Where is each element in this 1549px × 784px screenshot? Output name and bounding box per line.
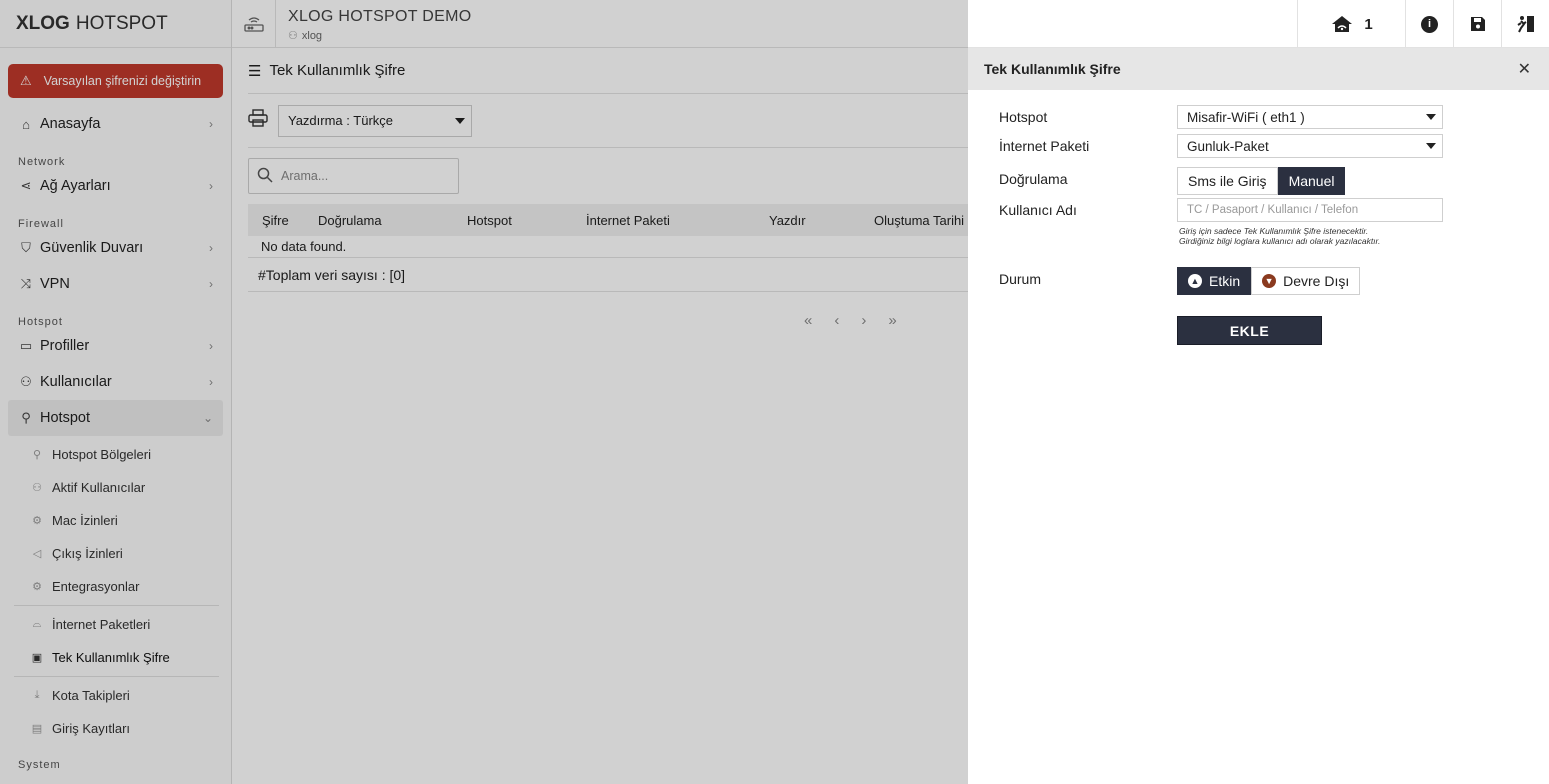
modal-backdrop[interactable]	[0, 0, 968, 784]
ekle-button[interactable]: EKLE	[1177, 316, 1322, 345]
durum-label: Durum	[999, 271, 1042, 287]
logout-icon	[1516, 16, 1534, 33]
internet-paketi-select[interactable]: Gunluk-Paket	[1177, 134, 1443, 158]
info-button[interactable]: i	[1405, 0, 1453, 48]
kullanici-adi-hint: Giriş için sadece Tek Kullanımlık Şifre …	[1179, 226, 1479, 246]
hotspot-counter: 1	[1364, 15, 1373, 33]
arrow-down-circle-icon: ▼	[1262, 274, 1277, 288]
hotspot-label: Hotspot	[999, 109, 1048, 125]
internet-paketi-select-value: Gunluk-Paket	[1187, 138, 1269, 154]
caret-down-icon	[1426, 143, 1436, 149]
durum-devre-disi-label: Devre Dışı	[1283, 273, 1350, 289]
internet-paketi-label: İnternet Paketi	[999, 138, 1090, 154]
durum-etkin-option[interactable]: ▲ Etkin	[1177, 267, 1252, 295]
hint-line-2: Girdiğiniz bilgi loglara kullanıcı adı o…	[1179, 236, 1381, 246]
save-button[interactable]	[1453, 0, 1501, 48]
kullanici-adi-input[interactable]: TC / Pasaport / Kullanıcı / Telefon	[1177, 198, 1443, 222]
kullanici-adi-placeholder: TC / Pasaport / Kullanıcı / Telefon	[1187, 204, 1359, 216]
kullanici-adi-label: Kullanıcı Adı	[999, 202, 1077, 218]
drawer-title: Tek Kullanımlık Şifre	[984, 61, 1121, 77]
hotspot-select[interactable]: Misafir-WiFi ( eth1 )	[1177, 105, 1443, 129]
hotspot-counter-button[interactable]: 1	[1297, 0, 1405, 48]
arrow-up-circle-icon: ▲	[1188, 274, 1202, 288]
durum-devre-disi-option[interactable]: ▼ Devre Dışı	[1251, 267, 1361, 295]
caret-down-icon	[1426, 114, 1436, 120]
hotspot-house-icon	[1332, 16, 1353, 32]
dogrulama-sms-option[interactable]: Sms ile Giriş	[1177, 167, 1278, 195]
top-actions: 1 i	[1297, 0, 1549, 48]
hotspot-select-value: Misafir-WiFi ( eth1 )	[1187, 109, 1305, 125]
save-icon	[1470, 17, 1485, 31]
close-icon[interactable]: ✕	[1518, 59, 1531, 79]
drawer-header: Tek Kullanımlık Şifre ✕	[968, 48, 1549, 90]
dogrulama-manuel-option[interactable]: Manuel	[1277, 167, 1346, 195]
hint-line-1: Giriş için sadece Tek Kullanımlık Şifre …	[1179, 226, 1369, 236]
durum-etkin-label: Etkin	[1209, 273, 1241, 289]
dogrulama-label: Doğrulama	[999, 171, 1068, 187]
info-icon: i	[1421, 15, 1438, 33]
otp-drawer: Tek Kullanımlık Şifre ✕ Hotspot Misafir-…	[968, 48, 1549, 784]
durum-toggle: ▲ Etkin ▼ Devre Dışı	[1177, 267, 1361, 295]
logout-button[interactable]	[1501, 0, 1549, 48]
dogrulama-toggle: Sms ile Giriş Manuel	[1177, 167, 1346, 195]
